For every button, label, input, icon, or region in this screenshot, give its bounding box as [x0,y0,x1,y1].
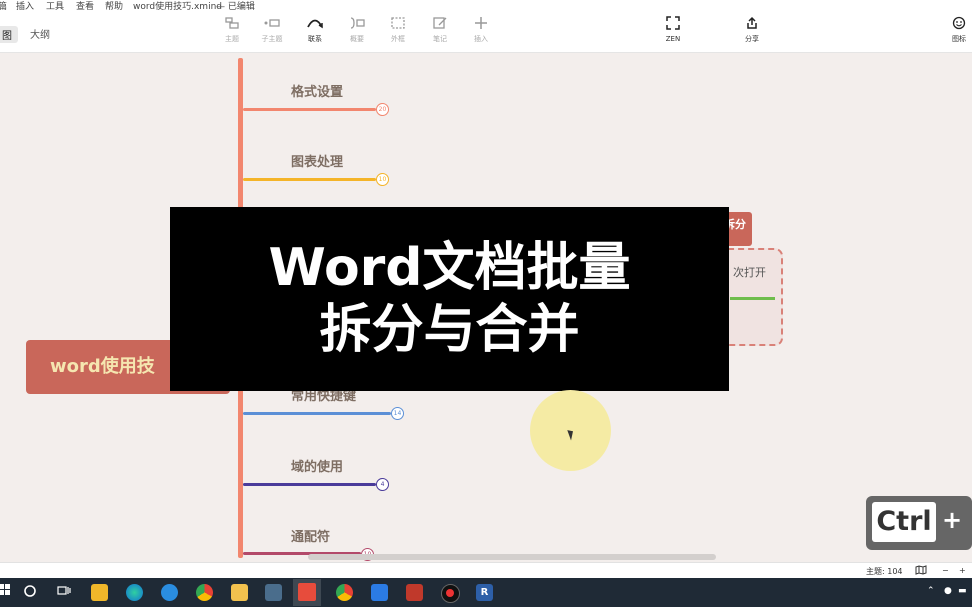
calculator-icon[interactable] [265,584,282,601]
share-button[interactable]: 分享 [735,16,769,50]
record-icon[interactable] [441,584,460,603]
summary-icon [348,16,366,34]
overlay-line-2: 拆分与合并 [319,300,580,360]
menu-item-tools[interactable]: 工具 [46,0,64,14]
summary-button[interactable]: 概要 [340,16,374,50]
subtopic-icon [263,16,281,34]
app-icon-fm[interactable] [91,584,108,601]
collapse-count-badge[interactable]: 14 [391,407,404,420]
file-title: word使用技巧.xmind [133,2,222,12]
branch-line [243,412,391,415]
subtopic-button[interactable]: 子主题 [255,16,289,50]
app-icon-s[interactable] [161,584,178,601]
topic-wildcards[interactable]: 通配符 [291,526,330,545]
topic-button[interactable]: 主题 [215,16,249,50]
smiley-icon [950,16,968,34]
relationship-button[interactable]: 联系 [298,16,332,50]
menu-item-insert[interactable]: 插入 [16,0,34,14]
plus-sign: + [942,506,963,534]
topic-count: 主题: 104 [866,567,903,576]
overlay-line-1: Word文档批量 [268,238,631,298]
branch-line [730,297,775,300]
topic-format-settings[interactable]: 格式设置 [291,81,343,100]
tray-mic-icon[interactable]: ● [944,586,952,596]
zen-button[interactable]: ZEN [656,16,690,50]
tray-battery-icon[interactable]: ▬ [958,586,967,596]
edge-browser-icon[interactable] [126,584,143,601]
plus-icon [472,16,490,34]
relationship-icon [306,16,324,34]
ctrl-key: Ctrl [872,502,936,542]
note-icon [431,16,449,34]
app-icon-pdf[interactable] [406,584,423,601]
branch-line [243,108,376,111]
horizontal-scrollbar[interactable] [308,554,716,560]
chrome-icon[interactable] [196,584,213,601]
app-icon-r[interactable]: R [476,584,493,601]
file-explorer-icon[interactable] [231,584,248,601]
tab-map[interactable]: 图 [0,26,18,43]
collapse-count-badge[interactable]: 10 [376,173,389,186]
note-button[interactable]: 笔记 [423,16,457,50]
zoom-in-button[interactable]: + [959,566,966,575]
chrome-icon-2[interactable] [336,584,353,601]
subtopic-open-times[interactable]: 次打开 [733,264,766,280]
icon-panel-button[interactable]: 图标 [946,16,972,50]
topic-chart-processing[interactable]: 图表处理 [291,151,343,170]
fullscreen-icon [664,16,682,34]
menu-item-help[interactable]: 帮助 [105,0,123,14]
edit-status: — 已编辑 [216,2,255,12]
topic-icon [223,16,241,34]
tab-outline[interactable]: 大纲 [30,26,50,41]
menu-item-view[interactable]: 查看 [76,0,94,14]
map-icon[interactable] [915,565,927,577]
topic-field-usage[interactable]: 域的使用 [291,456,343,475]
menu-item-file[interactable]: 篇 [0,0,7,14]
search-icon[interactable] [21,584,38,601]
start-icon[interactable] [0,584,13,601]
insert-button[interactable]: 插入 [464,16,498,50]
share-icon [743,16,761,34]
collapse-count-badge[interactable]: 4 [376,478,389,491]
xmind-taskbar-slot[interactable] [293,579,321,606]
zoom-out-button[interactable]: − [942,566,949,575]
task-view-icon[interactable] [55,584,72,601]
menu-bar: 篇 插入 工具 查看 帮助 word使用技巧.xmind — 已编辑 [0,0,972,14]
branch-line [243,483,376,486]
title-overlay: Word文档批量 拆分与合并 [170,207,729,391]
branch-line [243,178,376,181]
taskbar: R ⌃ ● ▬ [0,578,972,607]
tray-chevron-icon[interactable]: ⌃ [927,586,935,596]
boundary-icon [389,16,407,34]
status-bar: 主题: 104 − + [0,562,972,579]
boundary-button[interactable]: 外框 [381,16,415,50]
xmind-icon [298,583,316,601]
keystroke-overlay: Ctrl + [866,496,972,550]
app-icon-bird[interactable] [371,584,388,601]
collapse-count-badge[interactable]: 20 [376,103,389,116]
